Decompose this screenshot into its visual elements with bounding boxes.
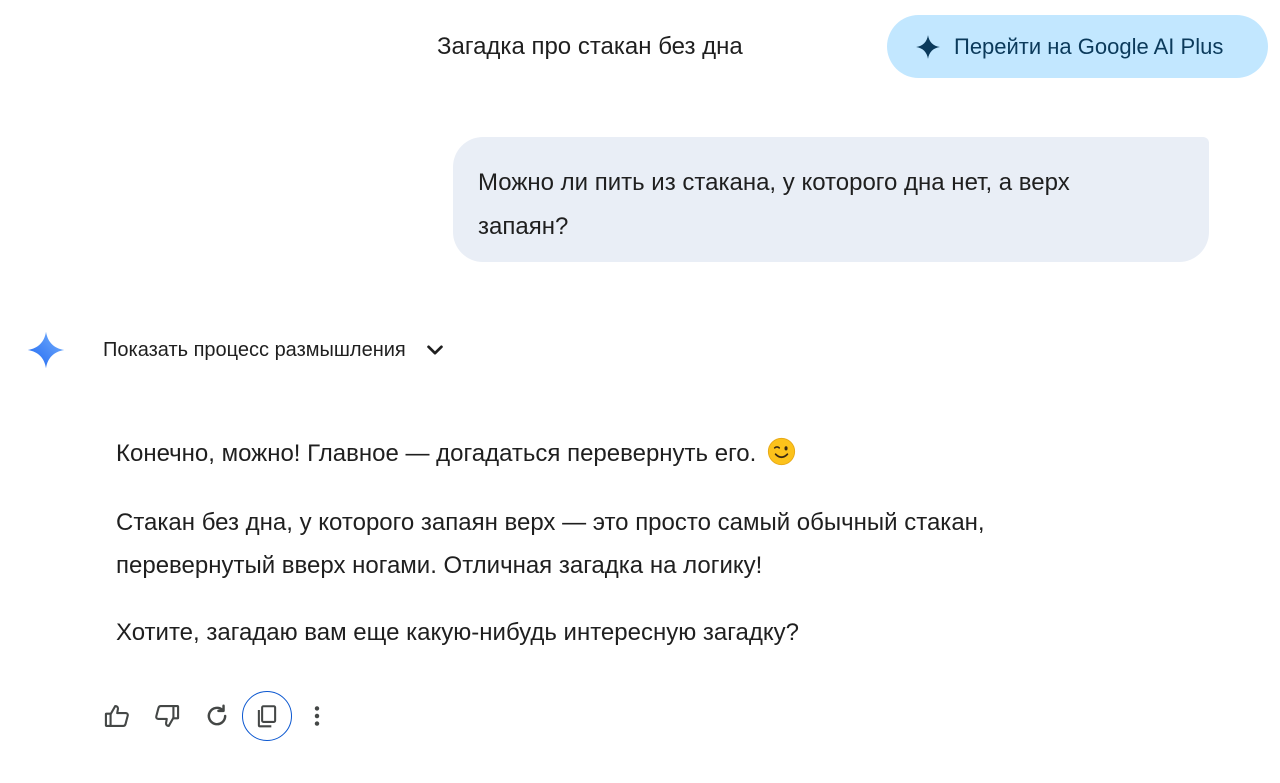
thumbs-up-button[interactable] [92,691,142,741]
response-paragraph: Стакан без дна, у которого запаян верх —… [116,509,985,579]
copy-icon [257,705,277,728]
show-thinking-toggle[interactable]: Показать процесс размышления [103,335,446,365]
thumbs-up-icon [104,705,129,727]
chat-page: Загадка про стакан без дна Перейти на Go… [0,0,1280,783]
response-paragraph: Конечно, можно! Главное — догадаться пер… [116,432,1116,475]
upgrade-plan-label: Перейти на Google AI Plus [954,33,1224,59]
assistant-response: Конечно, можно! Главное — догадаться пер… [116,432,1116,654]
regenerate-button[interactable] [192,691,242,741]
response-paragraph: Хотите, загадаю вам еще какую-нибудь инт… [116,619,799,646]
chevron-down-icon [426,345,443,355]
more-options-icon [314,706,320,726]
show-thinking-label: Показать процесс размышления [103,339,406,361]
copy-button[interactable] [242,691,292,741]
thumbs-down-icon [155,705,180,727]
upgrade-plan-button[interactable]: Перейти на Google AI Plus [887,15,1268,78]
chat-title: Загадка про стакан без дна [437,33,743,60]
sparkle-icon [916,34,940,59]
regenerate-icon [207,704,227,726]
response-text: Конечно, можно! Главное — догадаться пер… [116,440,757,467]
thumbs-down-button[interactable] [142,691,192,741]
winking-face-emoji [767,437,796,466]
gemini-sparkle-icon [27,331,65,369]
more-options-button[interactable] [292,691,342,741]
user-message-bubble: Можно ли пить из стакана, у которого дна… [453,137,1209,262]
